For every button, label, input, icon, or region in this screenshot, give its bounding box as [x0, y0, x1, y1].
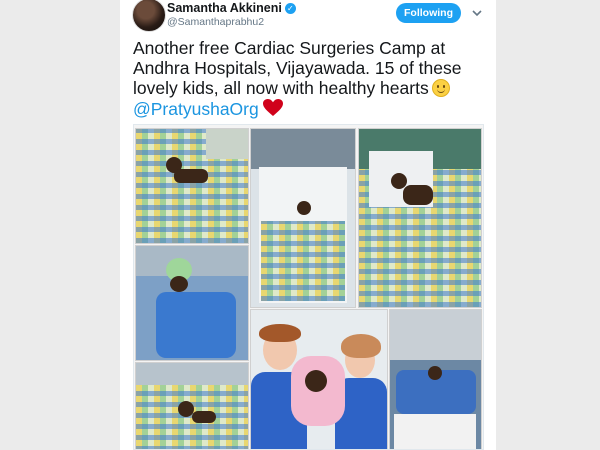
tweet-text: Another free Cardiac Surgeries Camp at A… — [133, 38, 488, 119]
photo-infant-blue-cloth[interactable] — [136, 246, 248, 360]
photo-nurses-with-baby[interactable] — [251, 310, 387, 449]
photo-child-with-tubes[interactable] — [359, 129, 481, 307]
chevron-down-icon[interactable] — [470, 6, 484, 20]
tweet-card: Samantha Akkineni ✓ @Samanthaprabhu2 Foll… — [120, 0, 496, 450]
smiling-face-icon — [431, 79, 450, 97]
red-heart-icon — [262, 99, 283, 116]
user-name-text[interactable]: Samantha Akkineni — [167, 1, 282, 15]
following-button[interactable]: Following — [396, 3, 461, 23]
mention-link[interactable]: @PratyushaOrg — [133, 99, 259, 119]
verified-badge-icon: ✓ — [284, 3, 296, 14]
user-name[interactable]: Samantha Akkineni ✓ — [167, 1, 296, 15]
photo-collage[interactable] — [133, 124, 484, 450]
photo-child-icu-blue[interactable] — [390, 310, 481, 449]
photo-icu-bed[interactable] — [251, 129, 355, 307]
tweet-body: Another free Cardiac Surgeries Camp at A… — [133, 38, 462, 98]
user-handle[interactable]: @Samanthaprabhu2 — [167, 16, 264, 28]
photo-baby-on-blanket[interactable] — [136, 129, 248, 243]
avatar[interactable] — [132, 0, 166, 32]
photo-baby-in-cot[interactable] — [136, 363, 248, 449]
